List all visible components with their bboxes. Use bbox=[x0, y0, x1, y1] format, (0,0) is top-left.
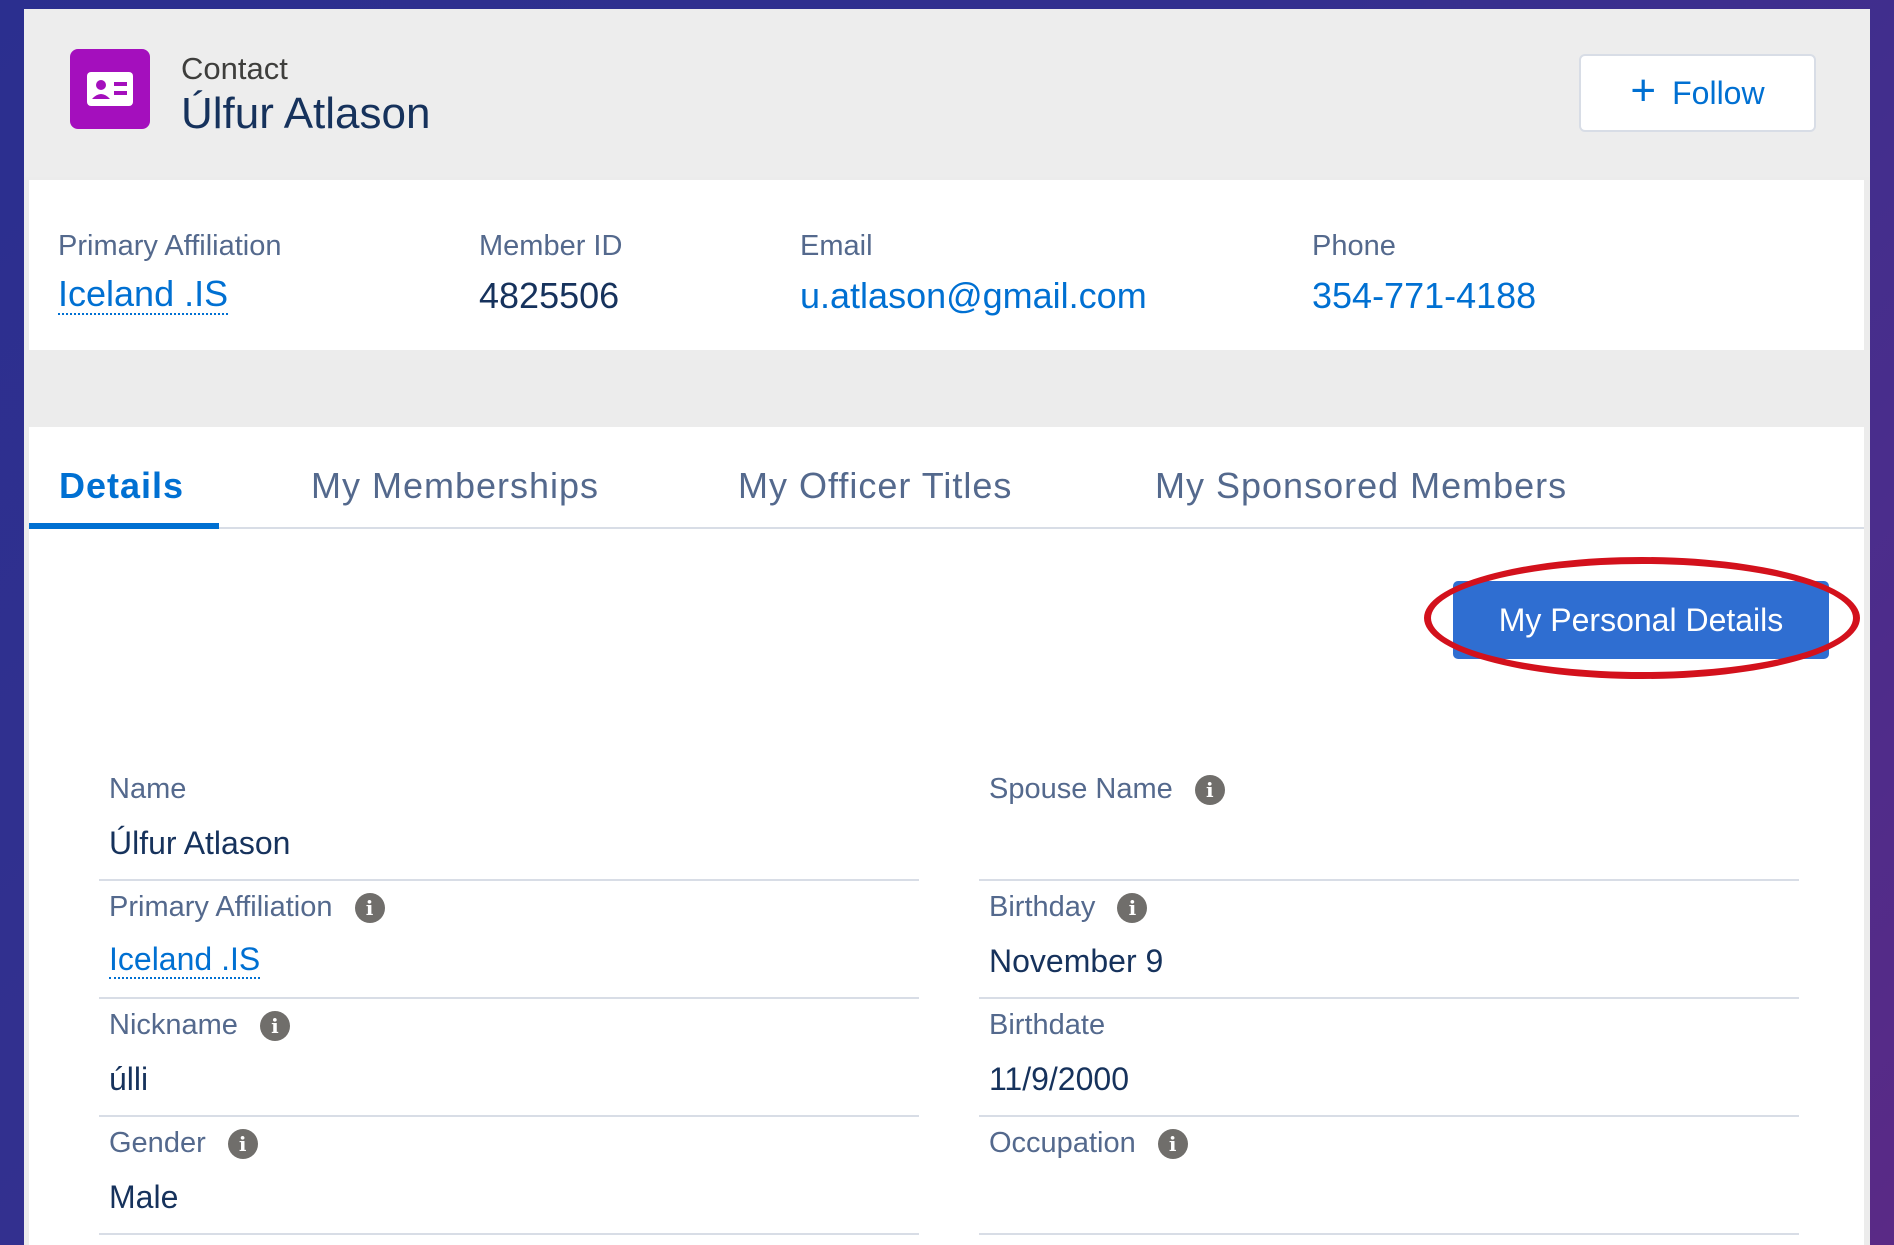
info-icon[interactable]: i bbox=[1117, 892, 1148, 923]
my-personal-details-button[interactable]: My Personal Details bbox=[1453, 581, 1829, 659]
field-label: Occupation i bbox=[989, 1127, 1188, 1160]
field-occupation: Occupation i bbox=[979, 1117, 1799, 1235]
info-icon[interactable]: i bbox=[259, 1010, 290, 1041]
email-link[interactable]: u.atlason@gmail.com bbox=[800, 275, 1147, 317]
record-header: Contact Úlfur Atlason + Follow bbox=[24, 9, 1870, 177]
follow-label: Follow bbox=[1672, 74, 1765, 111]
tab-details[interactable]: Details bbox=[59, 465, 184, 507]
highlight-label: Phone bbox=[1312, 230, 1396, 262]
field-value: November 9 bbox=[989, 943, 1164, 979]
info-icon[interactable]: i bbox=[1194, 774, 1225, 805]
tab-my-sponsored-members[interactable]: My Sponsored Members bbox=[1155, 465, 1567, 507]
field-label-text: Name bbox=[109, 773, 187, 805]
field-nickname: Nickname i úlli bbox=[99, 999, 919, 1117]
highlight-member-id: Member ID 4825506 bbox=[479, 230, 622, 317]
plus-icon: + bbox=[1630, 66, 1657, 115]
field-gender: Gender i Male bbox=[99, 1117, 919, 1235]
field-label-text: Spouse Name bbox=[989, 773, 1173, 805]
field-value: úlli bbox=[109, 1061, 149, 1097]
tab-my-memberships[interactable]: My Memberships bbox=[311, 465, 599, 507]
highlight-phone: Phone 354-771-4188 bbox=[1312, 230, 1536, 317]
field-label-text: Birthdate bbox=[989, 1009, 1106, 1041]
contact-card-icon bbox=[70, 49, 150, 129]
field-label: Gender i bbox=[109, 1127, 258, 1160]
active-tab-indicator bbox=[29, 523, 219, 529]
info-icon[interactable]: i bbox=[354, 892, 385, 923]
info-icon[interactable]: i bbox=[1157, 1128, 1188, 1159]
field-label: Birthdate bbox=[989, 1009, 1105, 1042]
field-label-text: Primary Affiliation bbox=[109, 891, 333, 923]
tab-bar: Details My Memberships My Officer Titles… bbox=[29, 427, 1864, 529]
field-label-text: Nickname bbox=[109, 1009, 238, 1041]
field-label-text: Gender bbox=[109, 1127, 206, 1159]
field-value: 11/9/2000 bbox=[989, 1061, 1129, 1097]
member-id-value: 4825506 bbox=[479, 275, 620, 316]
contact-record-page: Contact Úlfur Atlason + Follow Primary A… bbox=[24, 9, 1870, 1245]
details-panel: Details My Memberships My Officer Titles… bbox=[29, 427, 1864, 1245]
field-primary-affiliation: Primary Affiliation i Iceland .IS bbox=[99, 881, 919, 999]
field-label: Name bbox=[109, 773, 186, 806]
field-label-text: Occupation bbox=[989, 1127, 1136, 1159]
field-label: Primary Affiliation i bbox=[109, 891, 385, 924]
phone-link[interactable]: 354-771-4188 bbox=[1312, 275, 1536, 317]
field-label: Nickname i bbox=[109, 1009, 290, 1042]
info-icon[interactable]: i bbox=[227, 1128, 258, 1159]
highlight-label: Member ID bbox=[479, 230, 623, 262]
field-name: Name Úlfur Atlason bbox=[99, 763, 919, 881]
highlight-label: Email bbox=[800, 230, 873, 262]
field-birthdate: Birthdate 11/9/2000 bbox=[979, 999, 1799, 1117]
field-label: Birthday i bbox=[989, 891, 1148, 924]
object-type-label: Contact bbox=[181, 51, 288, 86]
primary-affiliation-link[interactable]: Iceland .IS bbox=[58, 275, 229, 315]
field-spouse-name: Spouse Name i bbox=[979, 763, 1799, 881]
field-birthday: Birthday i November 9 bbox=[979, 881, 1799, 999]
field-label-text: Birthday bbox=[989, 891, 1096, 923]
tab-my-officer-titles[interactable]: My Officer Titles bbox=[738, 465, 1012, 507]
highlights-panel: Primary Affiliation Iceland .IS Member I… bbox=[29, 180, 1864, 350]
highlight-email: Email u.atlason@gmail.com bbox=[800, 230, 1147, 317]
primary-affiliation-field-link[interactable]: Iceland .IS bbox=[109, 942, 261, 979]
highlight-primary-affiliation: Primary Affiliation Iceland .IS bbox=[58, 230, 282, 315]
field-value: Male bbox=[109, 1179, 179, 1215]
highlight-label: Primary Affiliation bbox=[58, 230, 282, 262]
field-value: Úlfur Atlason bbox=[109, 825, 291, 861]
record-title: Úlfur Atlason bbox=[181, 89, 431, 138]
field-label: Spouse Name i bbox=[989, 773, 1225, 806]
follow-button[interactable]: + Follow bbox=[1579, 54, 1816, 132]
